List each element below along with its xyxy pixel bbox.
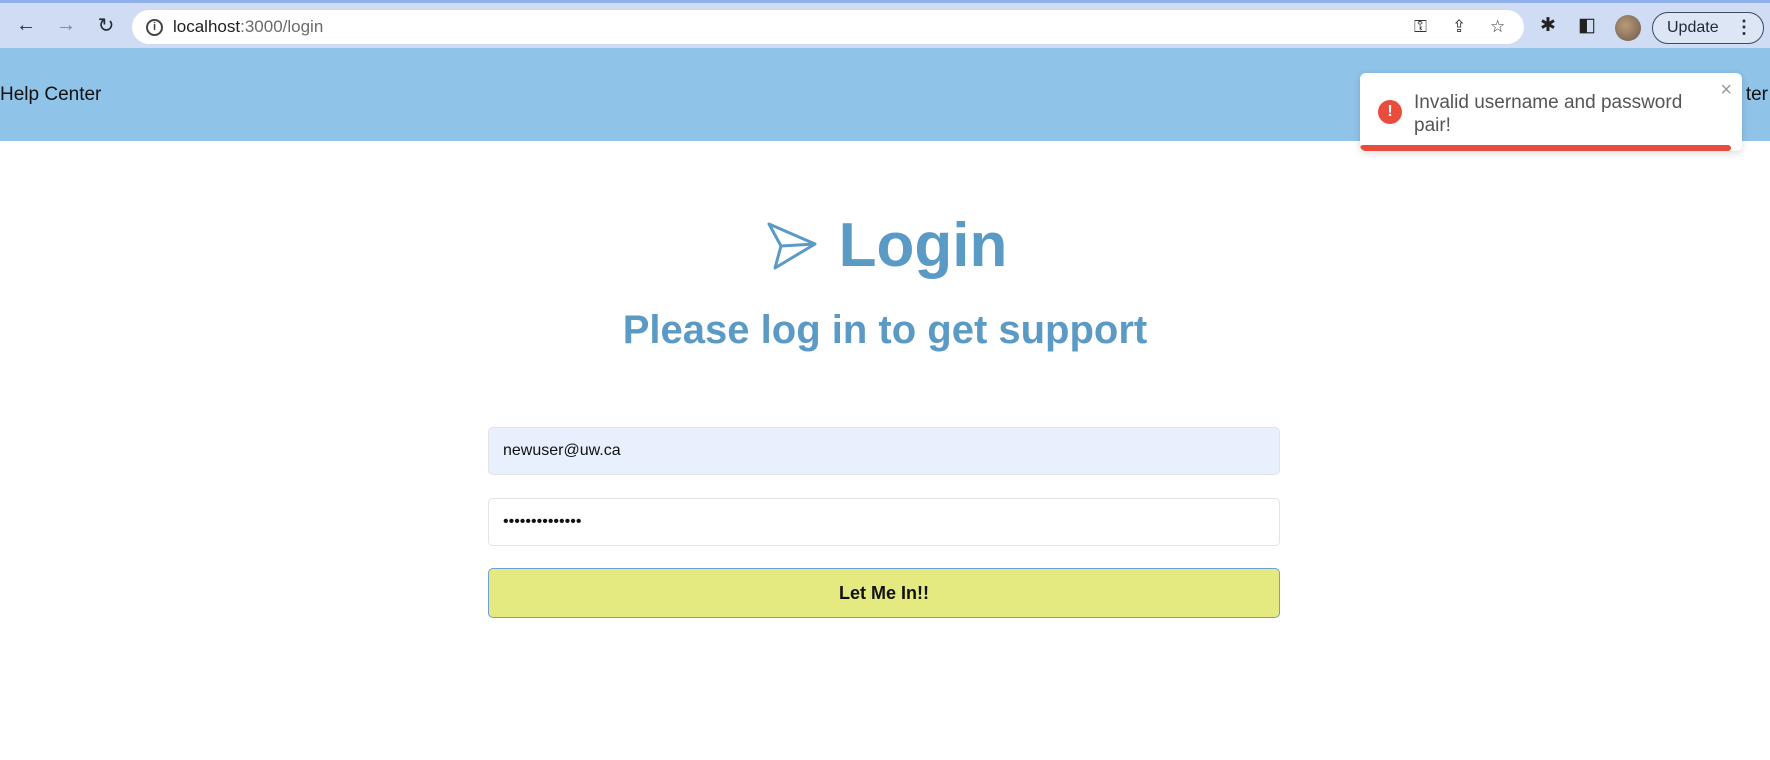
- update-label: Update: [1667, 19, 1719, 36]
- key-icon[interactable]: ⚿: [1414, 17, 1427, 37]
- share-icon[interactable]: ⇪: [1452, 17, 1466, 37]
- page-title: Login: [838, 211, 1008, 280]
- side-panel-icon[interactable]: ◧: [1578, 14, 1596, 37]
- forward-icon[interactable]: →: [52, 11, 80, 39]
- password-field[interactable]: [488, 498, 1280, 546]
- update-button[interactable]: Update ⋮: [1652, 12, 1764, 44]
- error-icon: !: [1378, 100, 1402, 124]
- login-heading: Login: [0, 210, 1770, 281]
- toast-message: Invalid username and password pair!: [1414, 92, 1683, 136]
- browser-toolbar: ← → ↻ i localhost:3000/login ⚿ ⇪ ☆ ✱ ◧ U…: [0, 0, 1770, 48]
- paper-plane-icon: [767, 222, 817, 269]
- star-icon[interactable]: ☆: [1490, 17, 1505, 37]
- brand-link[interactable]: Help Center: [0, 84, 101, 106]
- login-button[interactable]: Let Me In!!: [488, 568, 1280, 618]
- email-field[interactable]: [488, 427, 1280, 475]
- toast-progress-bar: [1360, 145, 1731, 151]
- page-subtitle: Please log in to get support: [622, 308, 1148, 352]
- close-icon[interactable]: ×: [1720, 79, 1732, 102]
- menu-dots-icon[interactable]: ⋮: [1735, 17, 1753, 38]
- profile-avatar[interactable]: [1615, 15, 1641, 41]
- header-nav-partial[interactable]: ter: [1746, 84, 1768, 106]
- url-text[interactable]: localhost:3000/login: [173, 17, 323, 37]
- back-icon[interactable]: ←: [12, 11, 40, 39]
- extensions-icon[interactable]: ✱: [1540, 14, 1556, 37]
- info-icon[interactable]: i: [146, 18, 163, 36]
- url-host: localhost: [173, 17, 241, 36]
- address-bar[interactable]: i localhost:3000/login ⚿ ⇪ ☆: [132, 10, 1524, 44]
- url-path: :3000/login: [240, 17, 324, 36]
- reload-icon[interactable]: ↻: [92, 11, 120, 39]
- error-toast: ! Invalid username and password pair! ×: [1360, 73, 1742, 151]
